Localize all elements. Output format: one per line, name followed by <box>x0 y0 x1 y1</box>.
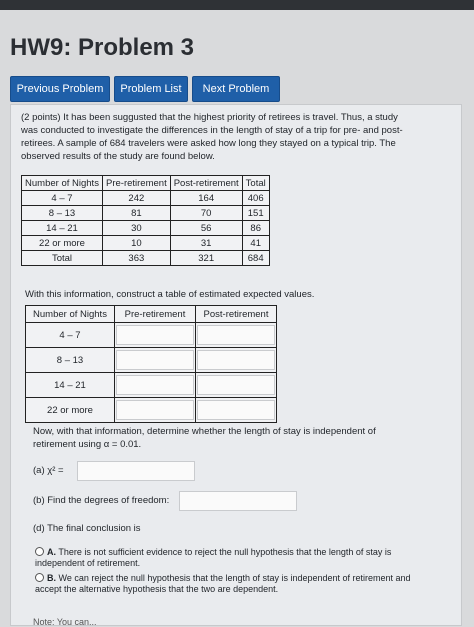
table-cell: 86 <box>241 220 270 236</box>
expected-post-input[interactable] <box>197 350 275 370</box>
expected-post-input[interactable] <box>197 325 275 345</box>
table-cell: 363 <box>102 250 171 266</box>
expected-post-input[interactable] <box>197 375 275 395</box>
footer-note: Note: You can... <box>33 617 97 627</box>
expected-pre-input[interactable] <box>116 375 194 395</box>
expected-instruction: With this information, construct a table… <box>25 289 315 300</box>
table-row-total: Total 363 321 684 <box>21 250 270 266</box>
row-label: 14 – 21 <box>25 372 115 398</box>
observed-header: Total <box>241 175 270 191</box>
table-row: 8 – 13 81 70 151 <box>21 205 270 221</box>
table-cell: 8 – 13 <box>21 205 103 221</box>
table-cell: 151 <box>241 205 270 221</box>
choice-b-letter: B. <box>47 573 56 583</box>
table-cell: 41 <box>241 235 270 251</box>
table-cell: 14 – 21 <box>21 220 103 236</box>
table-cell: Total <box>21 250 103 266</box>
expected-header: Post-retirement <box>195 305 277 323</box>
conclusion-label: (d) The final conclusion is <box>33 523 141 534</box>
radio-b[interactable] <box>35 573 44 582</box>
chi-square-input[interactable] <box>77 461 195 481</box>
table-cell: 4 – 7 <box>21 190 103 206</box>
row-label: 4 – 7 <box>25 322 115 348</box>
table-cell: 684 <box>241 250 270 266</box>
table-cell: 81 <box>102 205 171 221</box>
radio-a[interactable] <box>35 547 44 556</box>
choice-a-text: There is not sufficient evidence to reje… <box>35 547 392 568</box>
choice-b-text: We can reject the null hypothesis that t… <box>35 573 411 594</box>
choice-b[interactable]: B. We can reject the null hypothesis tha… <box>35 573 425 595</box>
observed-header: Post-retirement <box>169 175 243 191</box>
table-cell: 321 <box>169 250 243 266</box>
table-row: 4 – 7 242 164 406 <box>21 190 270 206</box>
table-cell: 56 <box>169 220 243 236</box>
table-row: 14 – 21 30 56 86 <box>21 220 270 236</box>
choice-a[interactable]: A. There is not sufficient evidence to r… <box>35 547 425 569</box>
degrees-freedom-label: (b) Find the degrees of freedom: <box>33 495 170 506</box>
previous-problem-button[interactable]: Previous Problem <box>10 76 110 102</box>
degrees-freedom-input[interactable] <box>179 491 297 511</box>
table-cell: 22 or more <box>21 235 103 251</box>
expected-post-input[interactable] <box>197 400 275 420</box>
chi-square-label: (a) χ² = <box>33 465 64 476</box>
table-row: 22 or more <box>25 397 277 423</box>
expected-table: Number of Nights Pre-retirement Post-ret… <box>25 305 277 423</box>
table-cell: 31 <box>169 235 243 251</box>
expected-pre-input[interactable] <box>116 400 194 420</box>
observed-header-row: Number of Nights Pre-retirement Post-ret… <box>21 175 270 191</box>
row-label: 22 or more <box>25 397 115 423</box>
page-title: HW9: Problem 3 <box>10 34 195 61</box>
table-cell: 164 <box>169 190 243 206</box>
table-cell: 70 <box>169 205 243 221</box>
row-label: 8 – 13 <box>25 347 115 373</box>
problem-panel: (2 points) It has been suggusted that th… <box>10 104 462 627</box>
observed-table: Number of Nights Pre-retirement Post-ret… <box>21 175 270 266</box>
question-intro: Now, with that information, determine wh… <box>33 426 376 450</box>
table-cell: 10 <box>102 235 171 251</box>
observed-header: Pre-retirement <box>102 175 171 191</box>
expected-pre-input[interactable] <box>116 325 194 345</box>
table-cell: 242 <box>102 190 171 206</box>
expected-header: Pre-retirement <box>114 305 196 323</box>
problem-list-button[interactable]: Problem List <box>114 76 188 102</box>
expected-header: Number of Nights <box>25 305 115 323</box>
expected-header-row: Number of Nights Pre-retirement Post-ret… <box>25 305 277 323</box>
browser-top-bar <box>0 0 474 10</box>
table-cell: 30 <box>102 220 171 236</box>
observed-header: Number of Nights <box>21 175 103 191</box>
table-cell: 406 <box>241 190 270 206</box>
next-problem-button[interactable]: Next Problem <box>192 76 280 102</box>
expected-pre-input[interactable] <box>116 350 194 370</box>
choice-a-letter: A. <box>47 547 56 557</box>
table-row: 8 – 13 <box>25 347 277 373</box>
table-row: 14 – 21 <box>25 372 277 398</box>
problem-intro: (2 points) It has been suggusted that th… <box>21 112 403 162</box>
table-row: 4 – 7 <box>25 322 277 348</box>
table-row: 22 or more 10 31 41 <box>21 235 270 251</box>
